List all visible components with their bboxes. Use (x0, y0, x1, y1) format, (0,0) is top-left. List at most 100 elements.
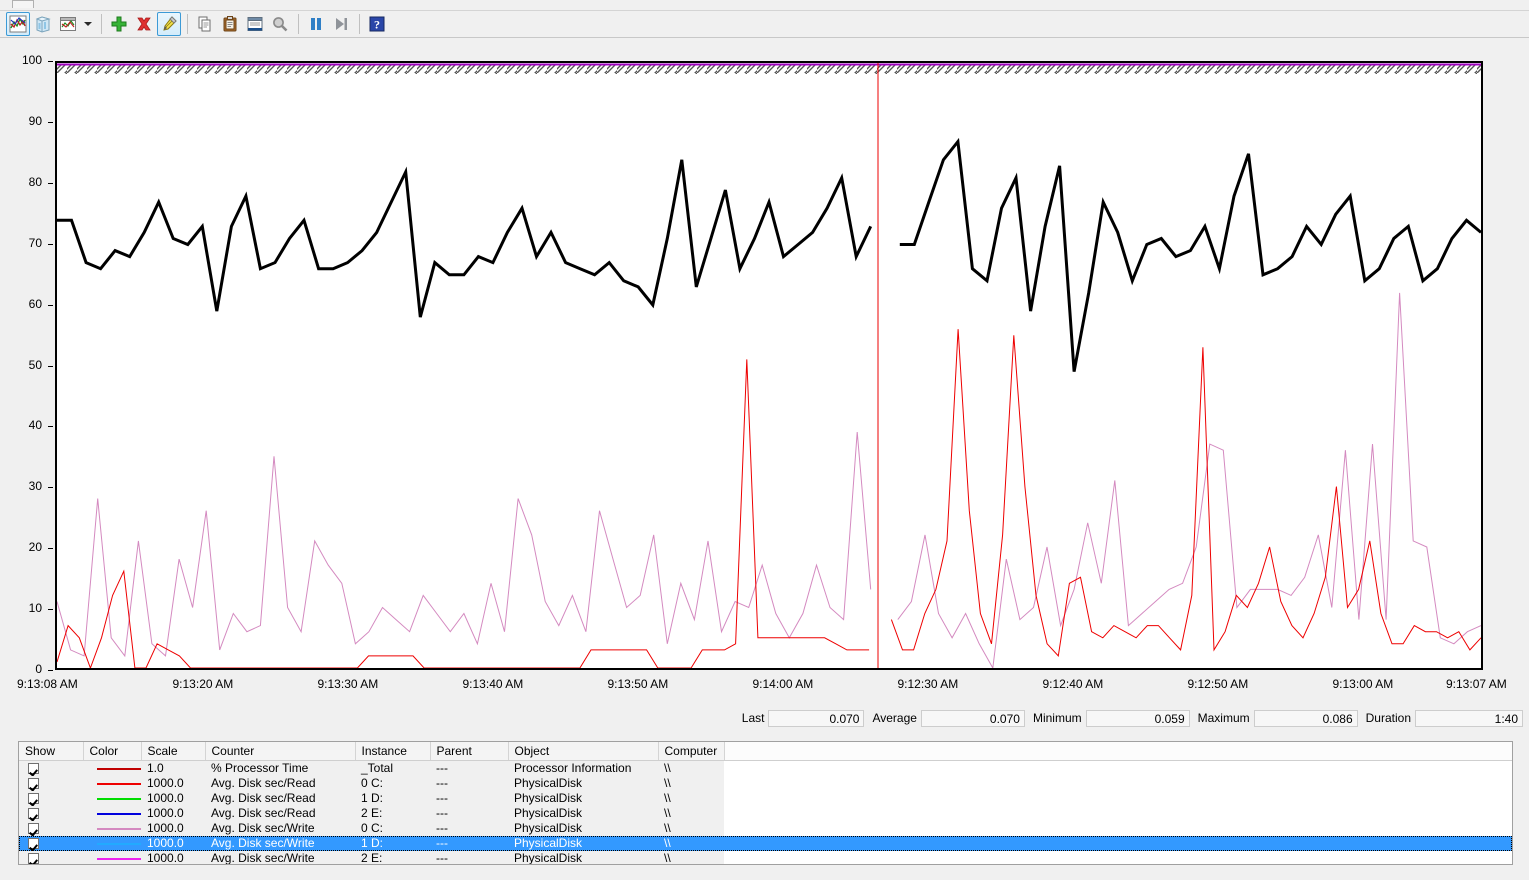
properties-button[interactable] (243, 12, 267, 36)
legend-column-header[interactable]: Instance (355, 742, 431, 761)
legend-object-cell: Processor Information (508, 760, 658, 776)
show-checkbox[interactable] (28, 853, 39, 864)
view-dropdown-button[interactable] (81, 12, 94, 36)
legend-computer-cell: \\ (658, 821, 724, 836)
highlighter-pen-icon (163, 16, 177, 31)
view-histogram-button[interactable] (31, 12, 55, 36)
show-checkbox[interactable] (28, 808, 39, 820)
legend-scale-cell: 1000.0 (141, 806, 205, 821)
legend-column-header[interactable]: Scale (141, 742, 206, 761)
legend-row[interactable]: 1.0% Processor Time _Total --- Processor In… (19, 760, 1512, 776)
legend-show-cell[interactable] (19, 821, 83, 836)
report-icon (60, 17, 76, 31)
maximum-value-group: Maximum 0.086 (1197, 709, 1358, 727)
counter-legend-table[interactable]: Show Color Scale Counter Instance Parent Objec… (18, 741, 1513, 865)
legend-row[interactable]: 1000.0 Avg. Disk sec/Write 1 D: --- Physical… (19, 836, 1512, 851)
legend-parent-cell: --- (430, 776, 508, 791)
legend-object-cell: PhysicalDisk (508, 821, 658, 836)
legend-column-header[interactable]: Show (19, 742, 84, 761)
x-axis-tick-label: 9:14:00 AM (752, 677, 814, 691)
average-value: 0.070 (920, 709, 1025, 727)
legend-object-cell: PhysicalDisk (508, 791, 658, 806)
series-color-swatch (97, 857, 141, 860)
legend-object-cell: PhysicalDisk (508, 851, 658, 864)
legend-color-cell (83, 806, 141, 821)
x-axis-tick-label: 9:12:40 AM (1042, 677, 1104, 691)
legend-show-cell[interactable] (19, 806, 83, 821)
show-checkbox[interactable] (28, 763, 39, 775)
legend-row[interactable]: 1000.0 Avg. Disk sec/Write 0 C: --- Physical… (19, 821, 1512, 836)
legend-instance-cell: 0 C: (355, 821, 430, 836)
duration-group: Duration 1:40 (1365, 709, 1523, 727)
x-axis-tick-label: 9:13:07 AM (1446, 677, 1507, 691)
x-axis-tick-label: 9:13:40 AM (462, 677, 524, 691)
legend-object-cell: PhysicalDisk (508, 806, 658, 821)
average-label: Average (872, 711, 917, 725)
legend-column-header[interactable] (724, 742, 1512, 761)
step-forward-icon (336, 18, 347, 30)
legend-computer-cell: \\ (658, 836, 724, 851)
legend-show-cell[interactable] (19, 776, 83, 791)
y-axis-tick-label: 100 (21, 53, 42, 67)
legend-column-header[interactable]: Computer (658, 742, 725, 761)
legend-trailing-cell (724, 806, 1512, 821)
show-checkbox[interactable] (28, 778, 39, 790)
legend-trailing-cell (724, 760, 1512, 776)
series-color-swatch (97, 797, 141, 800)
update-data-button[interactable] (329, 12, 353, 36)
toolbar-separator-1 (101, 14, 102, 34)
legend-show-cell[interactable] (19, 836, 83, 851)
legend-column-header[interactable]: Counter (205, 742, 356, 761)
svg-text:?: ? (374, 18, 380, 32)
legend-show-cell[interactable] (19, 760, 83, 776)
copy-properties-button[interactable] (193, 12, 217, 36)
view-report-button[interactable] (56, 12, 80, 36)
show-checkbox[interactable] (28, 823, 39, 835)
legend-row[interactable]: 1000.0 Avg. Disk sec/Read 0 C: --- PhysicalD… (19, 776, 1512, 791)
last-label: Last (741, 711, 765, 725)
close-x-icon (137, 17, 151, 31)
view-line-graph-button[interactable] (6, 12, 30, 36)
chart-series-line (900, 142, 1481, 372)
x-axis-tick-label: 9:13:00 AM (1332, 677, 1394, 691)
highlight-button[interactable] (157, 12, 181, 36)
delete-counter-button[interactable] (132, 12, 156, 36)
show-checkbox[interactable] (28, 793, 39, 805)
legend-computer-cell: \\ (658, 851, 724, 864)
series-color-swatch (97, 842, 141, 845)
paste-counter-list-button[interactable] (218, 12, 242, 36)
minimum-label: Minimum (1032, 711, 1082, 725)
legend-instance-cell: 1 D: (355, 791, 430, 806)
legend-row[interactable]: 1000.0 Avg. Disk sec/Read 1 D: --- PhysicalD… (19, 791, 1512, 806)
show-checkbox[interactable] (28, 838, 39, 850)
legend-column-header[interactable]: Parent (430, 742, 509, 761)
chart-series-line (57, 359, 869, 668)
legend-column-header[interactable]: Object (508, 742, 659, 761)
add-counter-button[interactable] (107, 12, 131, 36)
legend-color-cell (83, 791, 141, 806)
toolbar: ? (0, 10, 1529, 38)
y-axis-tick-mark (48, 670, 53, 671)
zoom-to-button[interactable] (268, 12, 292, 36)
maximum-label: Maximum (1197, 711, 1250, 725)
legend-object-cell: PhysicalDisk (508, 776, 658, 791)
legend-header-row: Show Color Scale Counter Instance Parent Objec… (19, 742, 1512, 761)
legend-color-cell (83, 821, 141, 836)
x-axis-tick-label: 9:13:08 AM (17, 677, 78, 691)
legend-parent-cell: --- (430, 851, 508, 864)
legend-column-header[interactable]: Color (83, 742, 142, 761)
plot-area[interactable] (55, 61, 1483, 670)
legend-row[interactable]: 1000.0 Avg. Disk sec/Write 2 E: --- Physical… (19, 851, 1512, 864)
legend-row[interactable]: 1000.0 Avg. Disk sec/Read 2 E: --- PhysicalD… (19, 806, 1512, 821)
y-axis-tick-label: 20 (28, 540, 42, 555)
help-button[interactable]: ? (365, 12, 389, 36)
legend-trailing-cell (724, 851, 1512, 864)
legend-show-cell[interactable] (19, 791, 83, 806)
legend-counter-cell: % Processor Time (205, 760, 355, 776)
duration-value: 1:40 (1415, 709, 1523, 727)
y-axis-tick-label: 30 (28, 479, 42, 494)
duration-label: Duration (1365, 711, 1411, 725)
line-graph-icon (9, 15, 27, 33)
freeze-display-button[interactable] (304, 12, 328, 36)
legend-show-cell[interactable] (19, 851, 83, 864)
